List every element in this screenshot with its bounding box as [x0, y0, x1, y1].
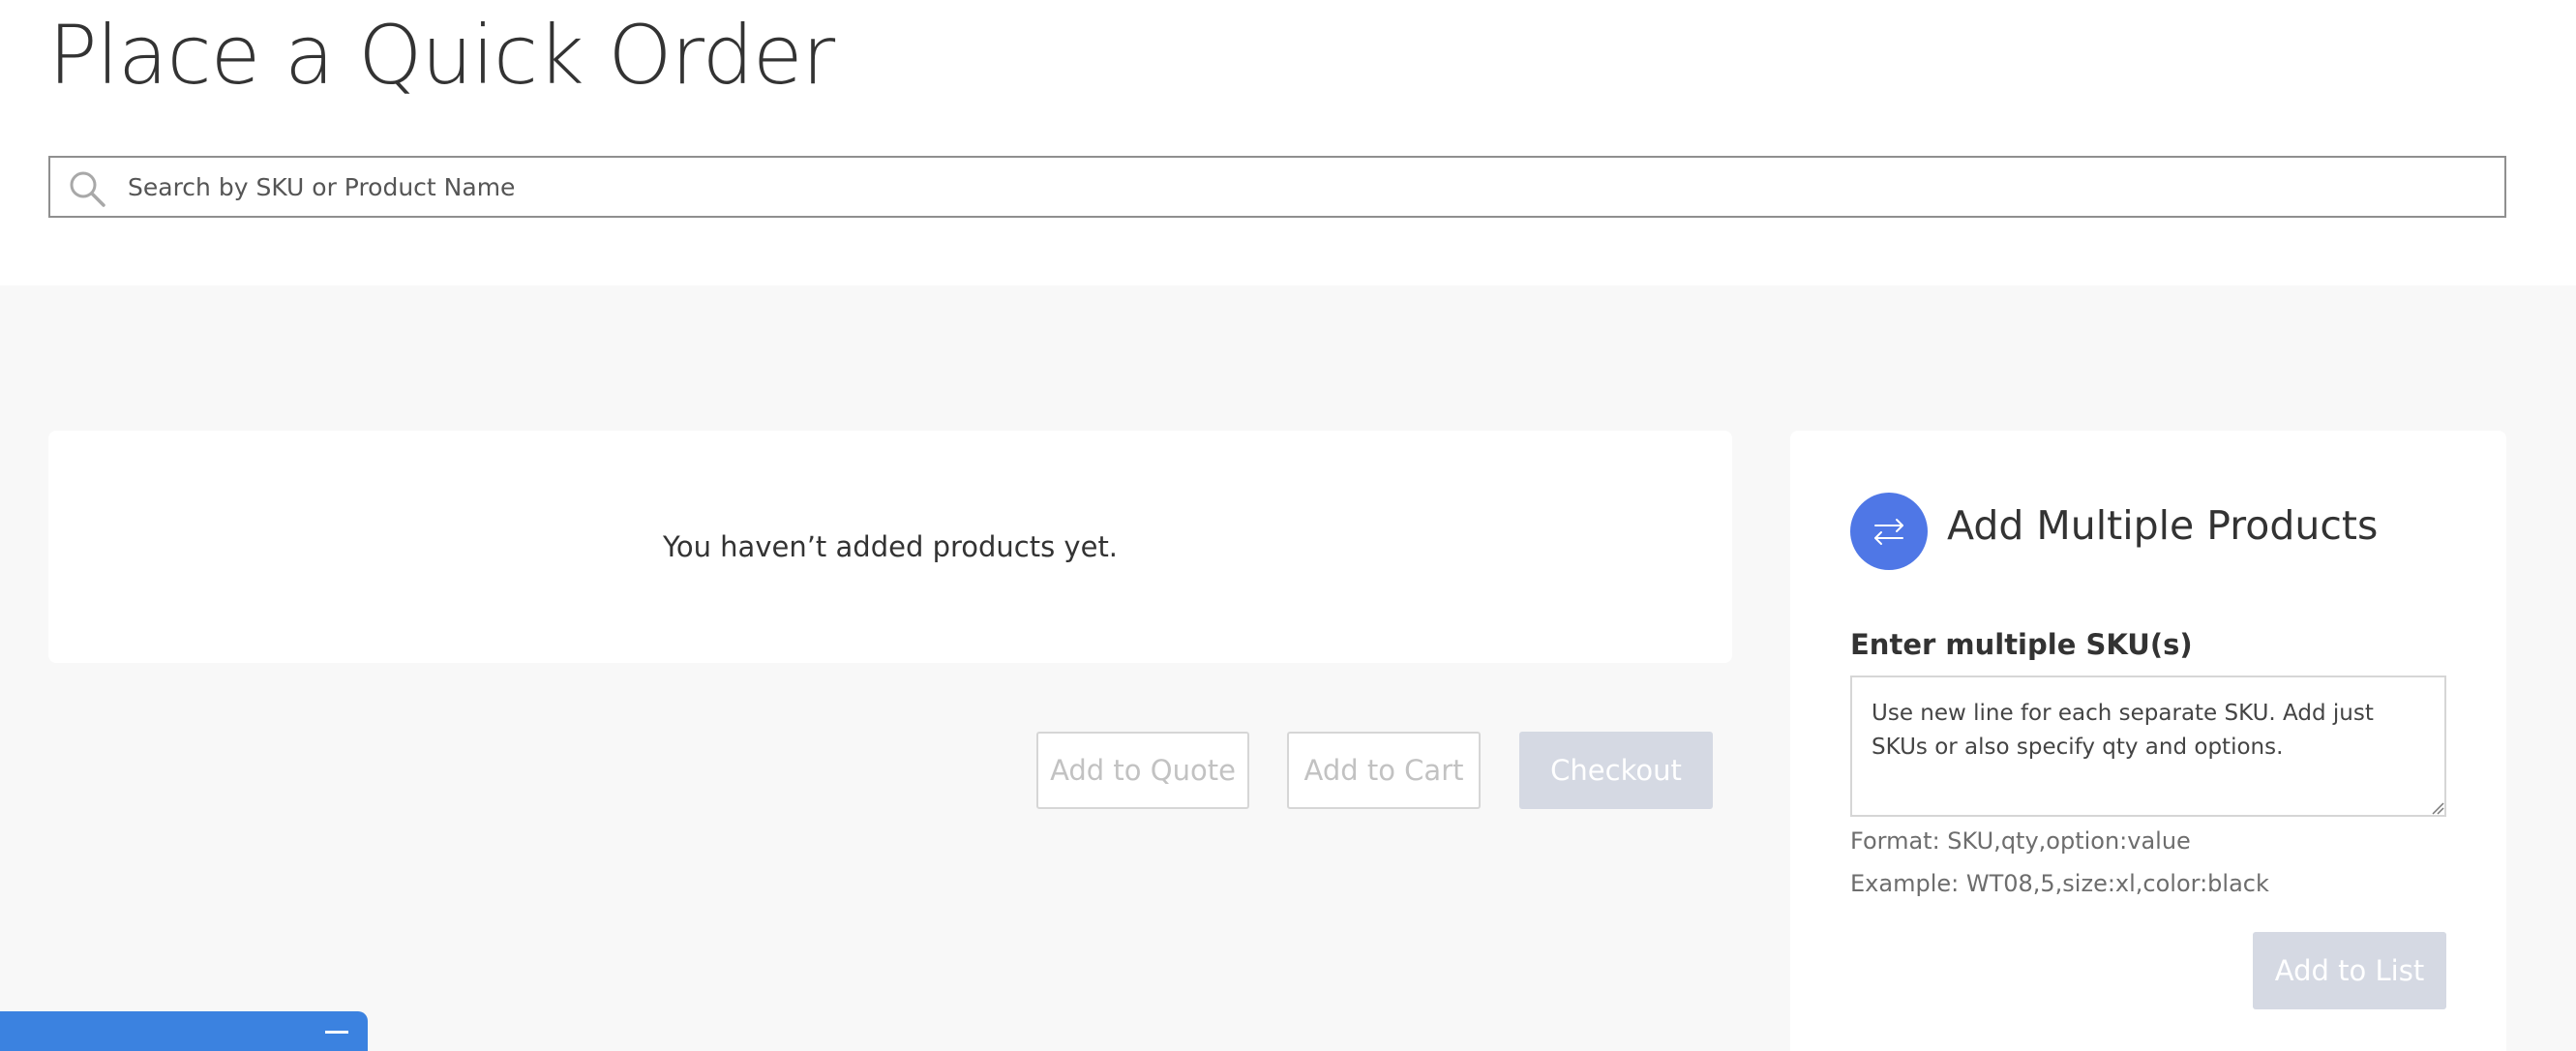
minimize-icon[interactable]: [325, 1031, 348, 1034]
add-to-list-button[interactable]: Add to List: [2253, 932, 2446, 1009]
search-box[interactable]: [48, 156, 2506, 218]
example-hint: Example: WT08,5,size:xl,color:black: [1850, 870, 2269, 897]
sku-field-label: Enter multiple SKU(s): [1850, 628, 2193, 661]
search-input[interactable]: [128, 158, 2489, 216]
chat-widget-bar[interactable]: [0, 1011, 368, 1051]
page-title: Place a Quick Order: [48, 8, 835, 103]
search-icon: [70, 171, 105, 207]
checkout-button[interactable]: Checkout: [1519, 732, 1713, 809]
empty-products-message: You haven’t added products yet.: [662, 530, 1119, 563]
add-multiple-products-panel: Add Multiple Products Enter multiple SKU…: [1790, 431, 2506, 1051]
add-to-quote-button[interactable]: Add to Quote: [1036, 732, 1249, 809]
add-to-cart-button[interactable]: Add to Cart: [1287, 732, 1481, 809]
format-hint: Format: SKU,qty,option:value: [1850, 827, 2191, 855]
resize-grip-icon[interactable]: [2431, 801, 2444, 815]
swap-arrows-icon: [1850, 493, 1928, 570]
products-list-card: You haven’t added products yet.: [48, 431, 1732, 663]
add-multiple-products-title: Add Multiple Products: [1947, 502, 2379, 549]
swap-arrows-icon-glyph: [1874, 519, 1903, 545]
multiple-sku-textarea[interactable]: [1850, 676, 2446, 817]
